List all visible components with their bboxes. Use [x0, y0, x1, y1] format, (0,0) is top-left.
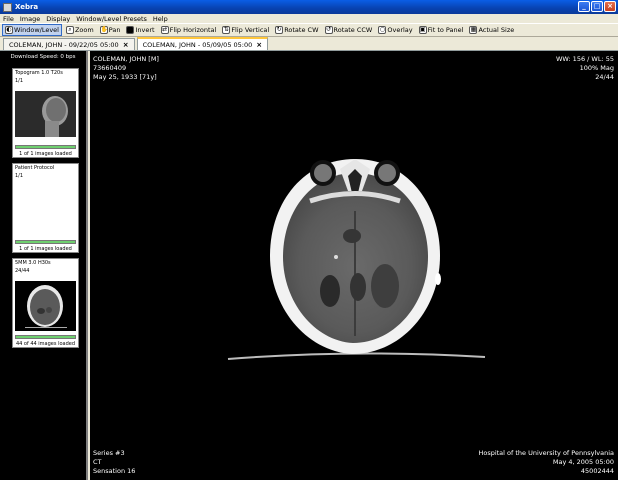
window-level-label: Window/Level [14, 26, 59, 34]
rotate-ccw-button[interactable]: ↺ Rotate CCW [323, 24, 375, 36]
invert-icon [126, 26, 135, 34]
progress-fill [16, 336, 75, 338]
title-bar: Xebra _ □ × [0, 0, 618, 14]
flip-vertical-icon: ⇅ [222, 26, 231, 34]
series-title: Topogram 1.0 T20s [15, 70, 63, 76]
window-level-button[interactable]: ◐ Window/Level [2, 24, 62, 36]
menu-display[interactable]: Display [46, 15, 70, 23]
fit-to-panel-label: Fit to Panel [427, 26, 464, 34]
tab-label: COLEMAN, JOHN - 05/09/05 05:00 [142, 40, 253, 49]
actual-size-label: Actual Size [478, 26, 515, 34]
axial-preview-image [15, 281, 76, 331]
series-index: 24/44 [15, 268, 30, 274]
tab-study-1[interactable]: COLEMAN, JOHN - 09/22/05 05:00 × [3, 38, 135, 50]
modality: CT [93, 458, 102, 466]
invert-button[interactable]: Invert [124, 24, 156, 36]
window-title: Xebra [15, 3, 39, 11]
download-speed: Download Speed: 0 bps [10, 54, 76, 60]
flip-horizontal-button[interactable]: ⇄ Flip Horizontal [159, 24, 219, 36]
study-date: May 4, 2005 05:00 [552, 458, 614, 466]
overlay-label: Overlay [387, 26, 413, 34]
flip-vertical-button[interactable]: ⇅ Flip Vertical [220, 24, 271, 36]
images-loaded-text: 1 of 1 images loaded [19, 246, 72, 252]
menu-help[interactable]: Help [153, 15, 168, 23]
magnifier-icon: ⌕ [65, 26, 74, 34]
progress-fill [16, 241, 75, 243]
rotate-cw-label: Rotate CW [284, 26, 319, 34]
rotate-cw-icon: ↻ [275, 26, 284, 34]
pan-button[interactable]: ✋ Pan [98, 24, 123, 36]
load-progress-bar [15, 335, 76, 339]
tab-close-icon[interactable]: × [256, 41, 262, 49]
overlay-button[interactable]: ○ Overlay [376, 24, 414, 36]
images-loaded-text: 44 of 44 images loaded [15, 341, 76, 347]
series-index: 1/1 [15, 78, 24, 84]
close-button[interactable]: × [604, 1, 616, 12]
tab-study-2[interactable]: COLEMAN, JOHN - 05/09/05 05:00 × [136, 37, 269, 50]
series-thumbnail-patient-protocol[interactable]: Patient Protocol 1/1 1 of 1 images loade… [12, 163, 79, 253]
zoom-button[interactable]: ⌕ Zoom [64, 24, 96, 36]
series-number: Series #3 [93, 449, 125, 457]
ct-brain-scan [227, 159, 486, 360]
rotate-ccw-label: Rotate CCW [333, 26, 373, 34]
menu-bar: File Image Display Window/Level Presets … [0, 14, 618, 23]
flip-horizontal-icon: ⇄ [160, 26, 169, 34]
actual-size-icon: ▦ [469, 26, 478, 34]
flip-vertical-label: Flip Vertical [231, 26, 270, 34]
tab-label: COLEMAN, JOHN - 09/22/05 05:00 [9, 40, 119, 49]
accession-number: 45002444 [580, 467, 614, 475]
maximize-button[interactable]: □ [591, 1, 603, 12]
fit-to-panel-icon: ▣ [418, 26, 427, 34]
actual-size-button[interactable]: ▦ Actual Size [467, 24, 516, 36]
series-index: 1/1 [15, 173, 24, 179]
load-progress-bar [15, 240, 76, 244]
overlay-icon: ○ [378, 26, 387, 34]
invert-label: Invert [135, 26, 155, 34]
institution-overlay: Hospital of the University of Pennsylvan… [478, 449, 614, 476]
rotate-cw-button[interactable]: ↻ Rotate CW [273, 24, 320, 36]
series-info-overlay: Series #3 CT Sensation 16 [93, 449, 135, 476]
load-progress-bar [15, 145, 76, 149]
toolbar: ◐ Window/Level ⌕ Zoom ✋ Pan Invert ⇄ Fli… [0, 23, 618, 37]
menu-image[interactable]: Image [20, 15, 40, 23]
flip-horizontal-label: Flip Horizontal [169, 26, 217, 34]
topogram-preview-image [15, 91, 76, 137]
institution-name: Hospital of the University of Pennsylvan… [478, 449, 614, 457]
minimize-button[interactable]: _ [578, 1, 590, 12]
zoom-label: Zoom [74, 26, 94, 34]
window-controls: _ □ × [578, 1, 616, 12]
series-title: 5MM 3.0 H30s [15, 260, 51, 266]
menu-file[interactable]: File [3, 15, 14, 23]
image-viewport[interactable]: COLEMAN, JOHN [M] 73660409 May 25, 1933 … [90, 51, 618, 480]
scanner-model: Sensation 16 [93, 467, 136, 475]
images-loaded-text: 1 of 1 images loaded [19, 151, 72, 157]
menu-window-level-presets[interactable]: Window/Level Presets [76, 15, 147, 23]
series-sidebar: Download Speed: 0 bps Topogram 1.0 T20s … [0, 51, 88, 480]
series-thumbnail-topogram[interactable]: Topogram 1.0 T20s 1/1 1 of 1 images load… [12, 68, 79, 158]
progress-fill [16, 146, 75, 148]
hand-icon: ✋ [99, 26, 109, 34]
tab-close-icon[interactable]: × [123, 41, 129, 49]
app-icon [3, 2, 12, 12]
fit-to-panel-button[interactable]: ▣ Fit to Panel [417, 24, 466, 36]
series-title: Patient Protocol [15, 165, 55, 171]
study-tab-bar: COLEMAN, JOHN - 09/22/05 05:00 × COLEMAN… [0, 37, 618, 51]
rotate-ccw-icon: ↺ [324, 26, 333, 34]
series-thumbnail-5mm[interactable]: 5MM 3.0 H30s 24/44 44 of 44 images loade… [12, 258, 79, 348]
window-level-icon: ◐ [5, 26, 13, 34]
pan-label: Pan [108, 26, 121, 34]
